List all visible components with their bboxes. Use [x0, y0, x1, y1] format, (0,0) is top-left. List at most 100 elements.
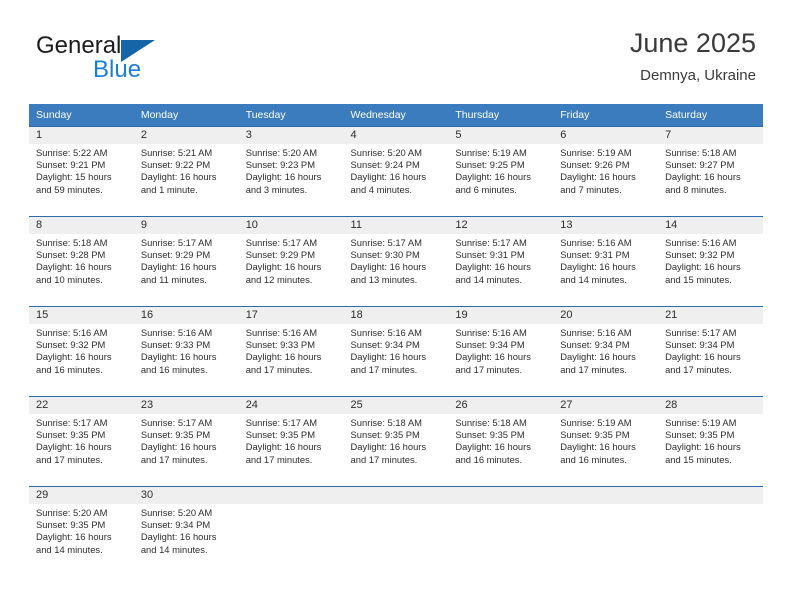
day-info: Sunrise: 5:17 AM Sunset: 9:30 PM Daylight:…: [344, 234, 449, 286]
sunset-text: Sunset: 9:27 PM: [665, 159, 735, 171]
day-cell-inner: 12 Sunrise: 5:17 AM Sunset: 9:31 PM Dayligh…: [448, 217, 554, 306]
daylight-text: Daylight: 16 hours and 6 minutes.: [455, 171, 531, 195]
logo-text-blue: Blue: [93, 56, 142, 83]
day-info: Sunrise: 5:17 AM Sunset: 9:35 PM Daylight:…: [29, 414, 134, 466]
calendar-day-cell[interactable]: 25 Sunrise: 5:18 AM Sunset: 9:35 PM Dayligh…: [343, 396, 449, 487]
calendar-day-cell[interactable]: 19 Sunrise: 5:16 AM Sunset: 9:34 PM Dayligh…: [448, 306, 554, 397]
sunset-text: Sunset: 9:35 PM: [36, 519, 106, 531]
calendar-day-cell[interactable]: 23 Sunrise: 5:17 AM Sunset: 9:35 PM Dayligh…: [133, 396, 239, 487]
day-cell-inner: [553, 487, 659, 576]
day-number: 22: [29, 397, 134, 414]
calendar-day-cell[interactable]: 26 Sunrise: 5:18 AM Sunset: 9:35 PM Dayligh…: [448, 396, 554, 487]
sunset-text: Sunset: 9:21 PM: [36, 159, 106, 171]
calendar-grid: Sunday Monday Tuesday Wednesday Thursday…: [29, 104, 763, 576]
sunrise-text: Sunrise: 5:16 AM: [350, 327, 422, 338]
calendar-day-cell[interactable]: 20 Sunrise: 5:16 AM Sunset: 9:34 PM Dayligh…: [553, 306, 659, 397]
calendar-day-cell[interactable]: 22 Sunrise: 5:17 AM Sunset: 9:35 PM Dayligh…: [29, 396, 134, 487]
sunset-text: Sunset: 9:35 PM: [665, 429, 735, 441]
sunrise-text: Sunrise: 5:21 AM: [140, 147, 213, 158]
day-number: 23: [133, 397, 239, 414]
daylight-text: Daylight: 16 hours and 16 minutes.: [36, 351, 112, 375]
daylight-text: Daylight: 16 hours and 15 minutes.: [665, 261, 741, 285]
daylight-text: Daylight: 16 hours and 16 minutes.: [560, 441, 636, 465]
calendar-day-cell[interactable]: 9 Sunrise: 5:17 AM Sunset: 9:29 PM Daylight…: [133, 216, 239, 307]
sunrise-text: Sunrise: 5:17 AM: [36, 417, 108, 428]
day-number: 2: [133, 127, 239, 144]
day-info: Sunrise: 5:16 AM Sunset: 9:33 PM Daylight:…: [239, 324, 344, 376]
daylight-text: Daylight: 16 hours and 17 minutes.: [560, 351, 636, 375]
day-info: Sunrise: 5:19 AM Sunset: 9:35 PM Daylight:…: [658, 414, 763, 466]
day-cell-inner: [238, 487, 344, 576]
calendar-day-cell-empty: [343, 486, 449, 576]
day-cell-inner: 18 Sunrise: 5:16 AM Sunset: 9:34 PM Dayligh…: [343, 307, 449, 396]
weekday-header-row: Sunday Monday Tuesday Wednesday Thursday…: [29, 104, 763, 127]
day-cell-inner: 27 Sunrise: 5:19 AM Sunset: 9:35 PM Dayligh…: [553, 397, 659, 486]
day-number: 11: [343, 217, 449, 234]
daylight-text: Daylight: 16 hours and 13 minutes.: [350, 261, 427, 285]
calendar-day-cell[interactable]: 2 Sunrise: 5:21 AM Sunset: 9:22 PM Daylight…: [133, 126, 239, 217]
calendar-day-cell[interactable]: 12 Sunrise: 5:17 AM Sunset: 9:31 PM Dayligh…: [448, 216, 554, 307]
calendar-day-cell[interactable]: 10 Sunrise: 5:17 AM Sunset: 9:29 PM Dayligh…: [238, 216, 344, 307]
sunset-text: Sunset: 9:34 PM: [140, 519, 211, 531]
day-cell-inner: 13 Sunrise: 5:16 AM Sunset: 9:31 PM Dayligh…: [553, 217, 659, 306]
weekday-header-tuesday: Tuesday: [238, 104, 344, 127]
page-header: General Blue June 2025 Demnya, Ukraine: [0, 0, 792, 100]
daylight-text: Daylight: 16 hours and 11 minutes.: [140, 261, 217, 285]
calendar-day-cell[interactable]: 29 Sunrise: 5:20 AM Sunset: 9:35 PM Dayligh…: [29, 486, 134, 576]
day-info: Sunrise: 5:19 AM Sunset: 9:26 PM Daylight:…: [553, 144, 658, 196]
calendar-day-cell[interactable]: 8 Sunrise: 5:18 AM Sunset: 9:28 PM Daylight…: [29, 216, 134, 307]
sunrise-text: Sunrise: 5:17 AM: [140, 417, 213, 428]
calendar-day-cell[interactable]: 14 Sunrise: 5:16 AM Sunset: 9:32 PM Dayligh…: [658, 216, 763, 307]
day-info: Sunrise: 5:19 AM Sunset: 9:35 PM Daylight:…: [553, 414, 658, 466]
daylight-text: Daylight: 16 hours and 1 minute.: [140, 171, 217, 195]
sunset-text: Sunset: 9:29 PM: [140, 249, 211, 261]
generalblue-logo: General Blue: [36, 32, 266, 88]
calendar-day-cell[interactable]: 27 Sunrise: 5:19 AM Sunset: 9:35 PM Dayligh…: [553, 396, 659, 487]
sunrise-text: Sunrise: 5:17 AM: [245, 417, 318, 428]
day-info: Sunrise: 5:17 AM Sunset: 9:35 PM Daylight:…: [239, 414, 344, 466]
calendar-day-cell[interactable]: 1 Sunrise: 5:22 AM Sunset: 9:21 PM Daylight…: [29, 126, 134, 217]
sunset-text: Sunset: 9:24 PM: [350, 159, 420, 171]
calendar-day-cell[interactable]: 3 Sunrise: 5:20 AM Sunset: 9:23 PM Daylight…: [238, 126, 344, 217]
calendar-day-cell[interactable]: 11 Sunrise: 5:17 AM Sunset: 9:30 PM Dayligh…: [343, 216, 449, 307]
calendar-day-cell[interactable]: 16 Sunrise: 5:16 AM Sunset: 9:33 PM Dayligh…: [133, 306, 239, 397]
sunset-text: Sunset: 9:32 PM: [665, 249, 735, 261]
calendar-day-cell[interactable]: 7 Sunrise: 5:18 AM Sunset: 9:27 PM Daylight…: [658, 126, 763, 217]
sunrise-text: Sunrise: 5:17 AM: [245, 237, 318, 248]
day-info: Sunrise: 5:22 AM Sunset: 9:21 PM Daylight:…: [29, 144, 134, 196]
calendar-day-cell[interactable]: 21 Sunrise: 5:17 AM Sunset: 9:34 PM Dayligh…: [658, 306, 763, 397]
day-info: Sunrise: 5:17 AM Sunset: 9:29 PM Daylight:…: [239, 234, 344, 286]
calendar-day-cell[interactable]: 30 Sunrise: 5:20 AM Sunset: 9:34 PM Dayligh…: [133, 486, 239, 576]
calendar-day-cell[interactable]: 5 Sunrise: 5:19 AM Sunset: 9:25 PM Daylight…: [448, 126, 554, 217]
page-subtitle: Demnya, Ukraine: [640, 67, 756, 84]
day-cell-inner: 20 Sunrise: 5:16 AM Sunset: 9:34 PM Dayligh…: [553, 307, 659, 396]
calendar-day-cell[interactable]: 15 Sunrise: 5:16 AM Sunset: 9:32 PM Dayligh…: [29, 306, 134, 397]
sunrise-text: Sunrise: 5:18 AM: [455, 417, 527, 428]
day-info: Sunrise: 5:18 AM Sunset: 9:28 PM Daylight:…: [29, 234, 134, 286]
daylight-text: Daylight: 16 hours and 14 minutes.: [36, 531, 112, 555]
day-info: Sunrise: 5:20 AM Sunset: 9:24 PM Daylight:…: [344, 144, 449, 196]
daylight-text: Daylight: 16 hours and 15 minutes.: [665, 441, 741, 465]
calendar-day-cell[interactable]: 28 Sunrise: 5:19 AM Sunset: 9:35 PM Dayligh…: [658, 396, 763, 487]
calendar-day-cell[interactable]: 6 Sunrise: 5:19 AM Sunset: 9:26 PM Daylight…: [553, 126, 659, 217]
sunset-text: Sunset: 9:35 PM: [560, 429, 630, 441]
day-info: [658, 504, 763, 507]
daylight-text: Daylight: 16 hours and 16 minutes.: [455, 441, 531, 465]
sunset-text: Sunset: 9:28 PM: [36, 249, 106, 261]
day-info: Sunrise: 5:20 AM Sunset: 9:35 PM Daylight:…: [29, 504, 134, 556]
day-number: 15: [29, 307, 134, 324]
day-cell-inner: 24 Sunrise: 5:17 AM Sunset: 9:35 PM Dayligh…: [238, 397, 344, 486]
day-info: Sunrise: 5:21 AM Sunset: 9:22 PM Daylight:…: [134, 144, 239, 196]
title-block: June 2025 Demnya, Ukraine: [630, 26, 756, 85]
calendar-day-cell[interactable]: 24 Sunrise: 5:17 AM Sunset: 9:35 PM Dayligh…: [238, 396, 344, 487]
day-number: 3: [238, 127, 344, 144]
weekday-header-monday: Monday: [133, 104, 239, 127]
day-number: 1: [29, 127, 134, 144]
calendar-day-cell[interactable]: 18 Sunrise: 5:16 AM Sunset: 9:34 PM Dayligh…: [343, 306, 449, 397]
day-info: Sunrise: 5:19 AM Sunset: 9:25 PM Daylight:…: [448, 144, 553, 196]
daylight-text: Daylight: 16 hours and 10 minutes.: [36, 261, 112, 285]
calendar-day-cell[interactable]: 17 Sunrise: 5:16 AM Sunset: 9:33 PM Dayligh…: [238, 306, 344, 397]
day-number: 14: [658, 217, 763, 234]
calendar-day-cell[interactable]: 13 Sunrise: 5:16 AM Sunset: 9:31 PM Dayligh…: [553, 216, 659, 307]
calendar-day-cell[interactable]: 4 Sunrise: 5:20 AM Sunset: 9:24 PM Daylight…: [343, 126, 449, 217]
